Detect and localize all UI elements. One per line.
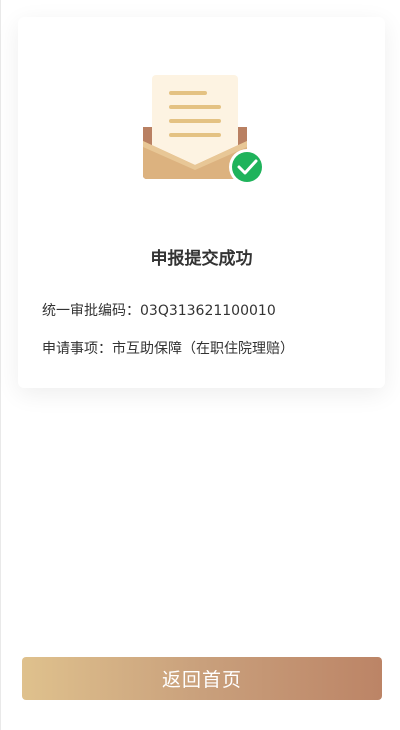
application-item-value: 市互助保障（在职住院理赔）	[112, 341, 294, 357]
envelope-letter-icon	[143, 75, 265, 185]
application-item-label: 申请事项：	[42, 341, 112, 357]
page: 申报提交成功 统一审批编码：03Q313621100010 申请事项：市互助保障…	[0, 0, 400, 730]
application-item-row: 申请事项：市互助保障（在职住院理赔）	[42, 340, 294, 358]
result-card: 申报提交成功 统一审批编码：03Q313621100010 申请事项：市互助保障…	[18, 17, 385, 388]
return-home-button[interactable]: 返回首页	[22, 657, 382, 700]
approval-code-value: 03Q313621100010	[140, 303, 276, 319]
approval-code-row: 统一审批编码：03Q313621100010	[42, 302, 276, 320]
success-title: 申报提交成功	[150, 249, 253, 269]
approval-code-label: 统一审批编码：	[42, 303, 140, 319]
